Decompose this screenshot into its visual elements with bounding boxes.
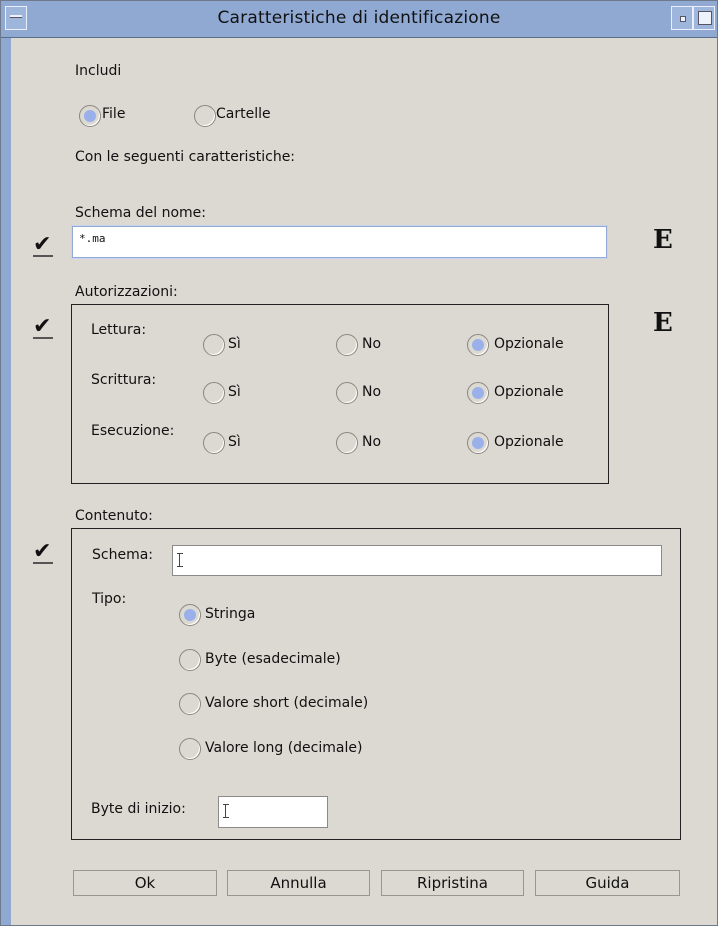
type-byte-radio[interactable] (179, 649, 201, 671)
write-optional-radio[interactable] (467, 382, 489, 404)
type-short-radio[interactable] (179, 693, 201, 715)
execute-no-radio[interactable] (336, 432, 358, 454)
include-folders-radio[interactable] (194, 105, 216, 127)
reset-button[interactable]: Ripristina (381, 870, 524, 896)
type-long-radio[interactable] (179, 738, 201, 760)
text-cursor-icon (223, 804, 229, 818)
content-type-label: Tipo: (92, 591, 127, 607)
start-byte-label: Byte di inizio: (91, 801, 186, 817)
name-pattern-checkbox[interactable]: ✔ (33, 234, 55, 257)
include-folders-label[interactable]: Cartelle (216, 106, 271, 122)
type-string-label[interactable]: Stringa (205, 606, 255, 622)
execute-optional-label[interactable]: Opzionale (494, 434, 564, 450)
read-optional-radio[interactable] (467, 334, 489, 356)
content-pattern-label: Schema: (92, 547, 154, 563)
read-no-label[interactable]: No (362, 336, 381, 352)
characteristics-label: Con le seguenti caratteristiche: (75, 149, 296, 165)
window-minimize-icon[interactable] (671, 6, 693, 30)
type-byte-label[interactable]: Byte (esadecimale) (205, 651, 341, 667)
read-optional-label[interactable]: Opzionale (494, 336, 564, 352)
window-frame-left (1, 38, 11, 925)
content-group: Schema: Tipo: Stringa Byte (esadecimale)… (71, 528, 681, 840)
name-pattern-input[interactable]: *.ma (72, 226, 607, 258)
permission-write-label: Scrittura: (91, 372, 157, 388)
dialog-window: Caratteristiche di identificazione Inclu… (0, 0, 718, 926)
type-short-label[interactable]: Valore short (decimale) (205, 695, 368, 711)
write-no-label[interactable]: No (362, 384, 381, 400)
content-label: Contenuto: (75, 508, 153, 524)
name-pattern-marker: E (653, 225, 673, 255)
read-no-radio[interactable] (336, 334, 358, 356)
write-yes-radio[interactable] (203, 382, 225, 404)
read-yes-label[interactable]: Sì (228, 336, 241, 352)
start-byte-input[interactable] (218, 796, 328, 828)
permission-execute-label: Esecuzione: (91, 423, 175, 439)
permissions-group: Lettura: Sì No Opzionale Scrittura: Sì N… (71, 304, 609, 484)
permissions-marker: E (653, 308, 673, 338)
execute-yes-label[interactable]: Sì (228, 434, 241, 450)
read-yes-radio[interactable] (203, 334, 225, 356)
execute-yes-radio[interactable] (203, 432, 225, 454)
include-file-radio[interactable] (79, 105, 101, 127)
write-no-radio[interactable] (336, 382, 358, 404)
write-yes-label[interactable]: Sì (228, 384, 241, 400)
cancel-button[interactable]: Annulla (227, 870, 370, 896)
title-bar[interactable]: Caratteristiche di identificazione (1, 1, 717, 38)
type-long-label[interactable]: Valore long (decimale) (205, 740, 362, 756)
execute-no-label[interactable]: No (362, 434, 381, 450)
permission-read-label: Lettura: (91, 322, 147, 338)
window-maximize-icon[interactable] (693, 6, 715, 30)
permissions-label: Autorizzazioni: (75, 284, 178, 300)
permissions-checkbox[interactable]: ✔ (33, 316, 55, 339)
window-title: Caratteristiche di identificazione (217, 8, 501, 28)
execute-optional-radio[interactable] (467, 432, 489, 454)
name-pattern-label: Schema del nome: (75, 205, 206, 221)
help-button[interactable]: Guida (535, 870, 680, 896)
content-pattern-input[interactable] (172, 545, 662, 576)
write-optional-label[interactable]: Opzionale (494, 384, 564, 400)
content-checkbox[interactable]: ✔ (33, 541, 55, 564)
type-string-radio[interactable] (179, 604, 201, 626)
include-file-label[interactable]: File (102, 106, 125, 122)
ok-button[interactable]: Ok (73, 870, 217, 896)
text-cursor-icon (177, 553, 183, 567)
include-label: Includi (75, 63, 122, 79)
